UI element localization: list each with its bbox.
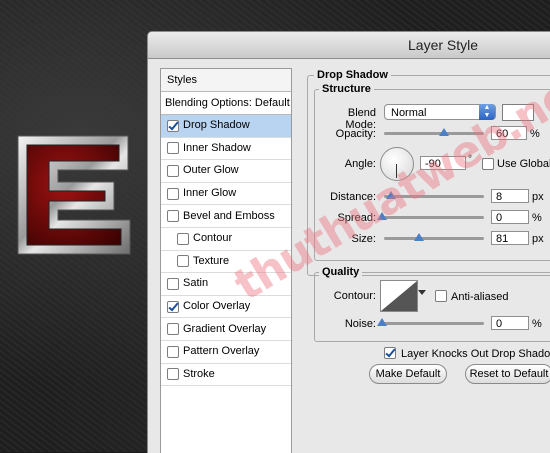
size-unit: px <box>532 233 544 245</box>
style-item-label: Stroke <box>183 367 215 380</box>
style-item-inner-glow[interactable]: Inner Glow <box>161 183 291 206</box>
anti-aliased-checkbox[interactable] <box>435 290 447 302</box>
style-checkbox[interactable] <box>167 300 179 313</box>
size-slider[interactable] <box>384 237 484 240</box>
contour-label: Contour: <box>333 290 376 302</box>
size-field[interactable]: 81 <box>491 231 529 245</box>
style-item-label: Satin <box>183 277 209 290</box>
spread-field[interactable]: 0 <box>491 210 529 224</box>
style-item-outer-glow[interactable]: Outer Glow <box>161 160 291 183</box>
drop-shadow-title: Drop Shadow <box>314 69 391 81</box>
style-item-label: Inner Glow <box>183 187 237 200</box>
style-checkbox[interactable] <box>177 255 189 268</box>
contour-dropdown-arrow[interactable] <box>418 290 426 295</box>
size-slider-thumb[interactable] <box>414 233 424 241</box>
layer-knockout-checkbox[interactable] <box>384 347 396 359</box>
spread-unit: % <box>532 212 542 224</box>
style-item-inner-shadow[interactable]: Inner Shadow <box>161 138 291 161</box>
style-item-label: Texture <box>193 254 230 267</box>
contour-linear-icon <box>381 281 417 311</box>
style-item-label: Pattern Overlay <box>183 345 260 358</box>
styles-header[interactable]: Styles <box>161 69 291 92</box>
noise-unit: % <box>532 318 542 330</box>
style-checkbox[interactable] <box>167 277 179 290</box>
noise-label: Noise: <box>344 318 376 330</box>
dialog-title: Layer Style <box>408 37 479 53</box>
style-checkbox[interactable] <box>167 323 179 336</box>
style-item-label: Color Overlay <box>183 300 251 313</box>
contour-preview[interactable] <box>380 280 418 312</box>
distance-field[interactable]: 8 <box>491 189 529 203</box>
dialog-titlebar: Layer Style <box>148 32 550 59</box>
style-checkbox[interactable] <box>167 164 179 177</box>
style-item-label: Drop Shadow <box>183 119 250 132</box>
layer-knockout-label: Layer Knocks Out Drop Shadow <box>401 348 550 360</box>
use-global-light-label: Use Global L <box>497 158 550 170</box>
style-checkbox[interactable] <box>167 142 179 155</box>
noise-slider[interactable] <box>384 322 484 325</box>
noise-field[interactable]: 0 <box>491 316 529 330</box>
style-checkbox[interactable] <box>167 345 179 358</box>
distance-unit: px <box>532 191 544 203</box>
style-checkbox[interactable] <box>167 187 179 200</box>
style-checkbox[interactable] <box>167 119 179 132</box>
chrome-letter-e-logo <box>17 135 131 255</box>
angle-label: Angle: <box>344 158 376 170</box>
style-item-label: Inner Shadow <box>183 141 251 154</box>
style-item-stroke[interactable]: Stroke <box>161 364 291 387</box>
style-item-drop-shadow[interactable]: Drop Shadow <box>161 115 291 138</box>
opacity-label: Opacity: <box>335 128 376 140</box>
style-checkbox[interactable] <box>177 232 189 245</box>
noise-slider-thumb[interactable] <box>377 318 387 326</box>
quality-title: Quality <box>319 266 363 278</box>
style-item-label: Gradient Overlay <box>183 322 267 335</box>
blend-mode-value: Normal <box>391 107 427 119</box>
reset-to-default-button[interactable]: Reset to Default <box>465 364 550 384</box>
style-checkbox[interactable] <box>167 210 179 223</box>
style-item-gradient-overlay[interactable]: Gradient Overlay <box>161 318 291 341</box>
style-checkbox[interactable] <box>167 368 179 381</box>
blending-options-item[interactable]: Blending Options: Default <box>161 92 291 115</box>
make-default-button[interactable]: Make Default <box>369 364 447 384</box>
style-item-bevel-and-emboss[interactable]: Bevel and Emboss <box>161 205 291 228</box>
anti-aliased-label: Anti-aliased <box>451 291 509 303</box>
style-item-label: Bevel and Emboss <box>183 209 275 222</box>
style-item-pattern-overlay[interactable]: Pattern Overlay <box>161 341 291 364</box>
style-item-label: Contour <box>193 232 233 245</box>
structure-title: Structure <box>319 83 374 95</box>
quality-group: Quality <box>314 266 550 342</box>
style-item-label: Outer Glow <box>183 164 239 177</box>
